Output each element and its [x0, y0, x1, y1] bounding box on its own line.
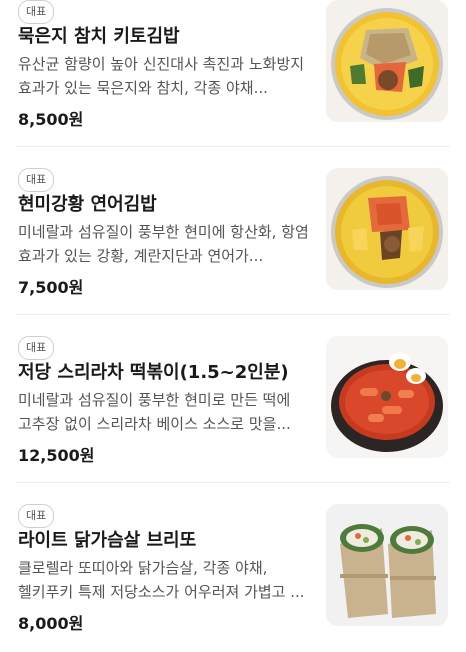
menu-item-description: 미네랄과 섬유질이 풍부한 현미로 만든 떡에 고추장 없이 스리라차 베이스 … [18, 391, 291, 433]
signature-badge: 대표 [18, 504, 55, 528]
menu-item-photo[interactable] [326, 504, 448, 626]
menu-item-name: 현미강황 연어김밥 [18, 194, 157, 215]
kimbap-bowl-image [326, 0, 448, 122]
tteokbokki-pan-image [326, 336, 448, 458]
menu-item-description: 클로렐라 또띠아와 닭가슴살, 각종 야채, 헬키푸키 특제 저당소스가 어우러… [18, 559, 305, 601]
menu-item-description: 유산균 함량이 높아 신진대사 촉진과 노화방지 효과가 있는 묵은지와 참치,… [18, 55, 305, 97]
menu-item-name: 묵은지 참치 키토김밥 [18, 26, 180, 47]
item-divider [16, 482, 450, 483]
item-divider [16, 314, 450, 315]
menu-item-price: 8,000원 [18, 614, 84, 633]
menu-item-photo[interactable] [326, 168, 448, 290]
menu-item-name: 저당 스리라차 떡볶이(1.5~2인분) [18, 362, 289, 383]
menu-item-price: 7,500원 [18, 278, 84, 297]
menu-item-photo[interactable] [326, 0, 448, 122]
kimbap-bowl-image [326, 168, 448, 290]
menu-item-price: 12,500원 [18, 446, 95, 465]
menu-item-description: 미네랄과 섬유질이 풍부한 현미에 항산화, 항염 효과가 있는 강황, 계란지… [18, 223, 309, 265]
burrito-image [326, 504, 448, 626]
signature-badge: 대표 [18, 168, 55, 192]
menu-item-price: 8,500원 [18, 110, 84, 129]
signature-badge: 대표 [18, 0, 55, 24]
menu-list: 대표 묵은지 참치 키토김밥 유산균 함량이 높아 신진대사 촉진과 노화방지 … [0, 0, 466, 652]
signature-badge: 대표 [18, 336, 55, 360]
menu-item-name: 라이트 닭가슴살 브리또 [18, 530, 197, 551]
item-divider [16, 146, 450, 147]
menu-item-photo[interactable] [326, 336, 448, 458]
